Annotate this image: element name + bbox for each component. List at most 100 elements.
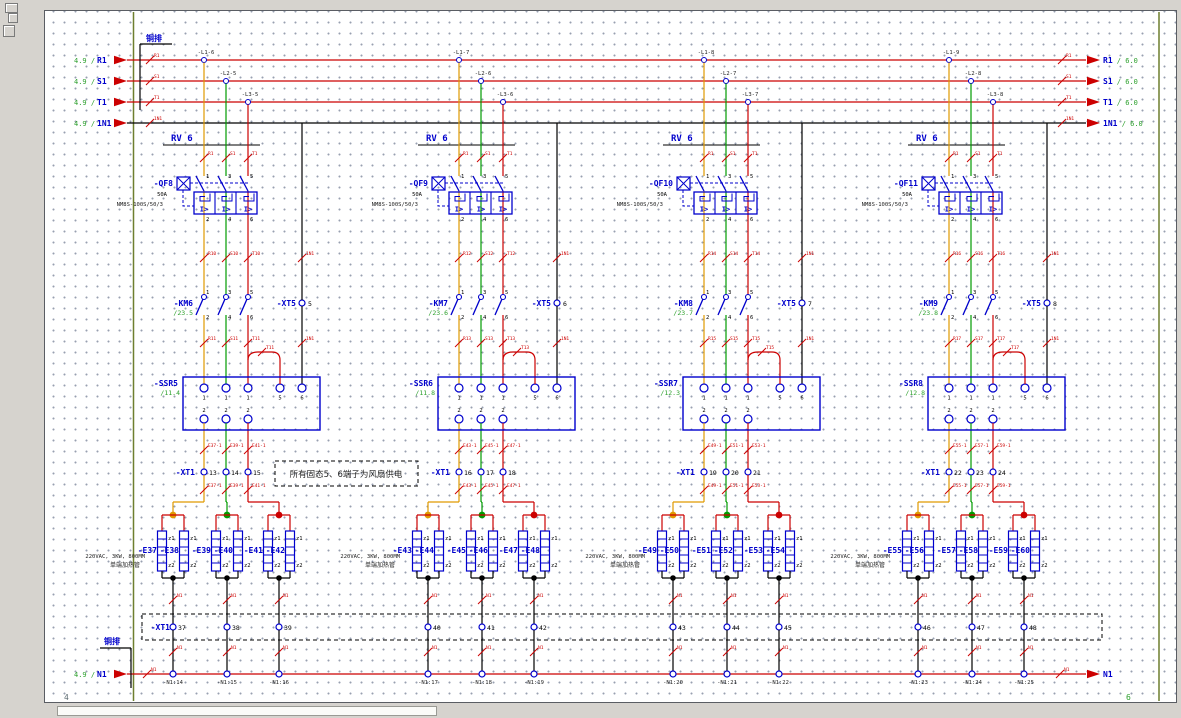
pole-number: 4 bbox=[728, 315, 732, 321]
pole-number: 4 bbox=[483, 217, 487, 223]
horizontal-scrollbar[interactable] bbox=[57, 706, 437, 716]
bus-tap bbox=[246, 100, 251, 105]
pole-number: 6 bbox=[250, 217, 253, 223]
element-terminal-label: z1 bbox=[967, 536, 974, 542]
ssr-terminal-number: 2 bbox=[501, 408, 504, 414]
flow-arrow bbox=[114, 56, 127, 64]
ssr-ref: /12.3 bbox=[660, 389, 680, 397]
drawing-canvas[interactable]: 464.9 /R1R1/ 6.0R1R14.9 /S1S1/ 6.0S1S14.… bbox=[45, 11, 1176, 702]
pole-number: 5 bbox=[750, 290, 753, 296]
overcurrent-symbol: I> bbox=[477, 206, 485, 214]
heater-label: -E60 bbox=[1011, 546, 1030, 555]
ssr-terminal bbox=[722, 384, 730, 392]
breaker-model: NM8S-100S/50/3 bbox=[117, 202, 163, 208]
neutral-link-label: -N1:20 bbox=[663, 680, 683, 686]
thermal-element bbox=[200, 194, 210, 202]
fan-jumper bbox=[748, 352, 780, 384]
element-terminal-label: z2 bbox=[913, 563, 920, 569]
wire-tag: N1 bbox=[283, 593, 289, 599]
wire-tag: S1 bbox=[975, 151, 981, 157]
terminal-number: 48 bbox=[1029, 624, 1037, 632]
heater-label: -E50 bbox=[660, 546, 679, 555]
xt5-label: -XT5 bbox=[532, 299, 551, 308]
bus-wire-tag: N1 bbox=[1064, 667, 1070, 673]
ssr-terminal bbox=[298, 384, 306, 392]
thermal-element bbox=[499, 194, 509, 202]
wire-tag: T12 bbox=[507, 251, 515, 257]
thermal-element bbox=[945, 194, 955, 202]
breaker-rating: 50A bbox=[902, 192, 913, 198]
ssr-ref: /11.8 bbox=[415, 389, 435, 397]
neutral-bus-connector bbox=[425, 671, 431, 677]
wire-tag: N1 bbox=[922, 645, 928, 651]
ssr-terminal-number: 1 bbox=[479, 396, 482, 402]
ssr-terminal-number: 2 bbox=[724, 408, 727, 414]
xt5-terminal bbox=[554, 300, 560, 306]
ssr-terminal bbox=[244, 384, 252, 392]
ssr-terminal bbox=[967, 384, 975, 392]
heater-label: -E54 bbox=[766, 546, 785, 555]
wire-tag: E45-1 bbox=[485, 443, 499, 449]
tap-wire-label: -L2-7 bbox=[720, 71, 737, 77]
heater-label: -E45 bbox=[447, 546, 466, 555]
heater-label: -E53 bbox=[744, 546, 763, 555]
pole-number: 4 bbox=[228, 315, 232, 321]
wire-tag: E41-1 bbox=[252, 443, 266, 449]
wire-tag: 1N1 bbox=[806, 251, 814, 257]
contactor-label: -KM8 bbox=[674, 299, 693, 308]
ssr-terminal-number: 6 bbox=[300, 396, 303, 402]
cad-viewer-window: 464.9 /R1R1/ 6.0R1R14.9 /S1S1/ 6.0S1S14.… bbox=[0, 0, 1181, 718]
flow-arrow bbox=[1087, 56, 1100, 64]
ssr-terminal-number: 2 bbox=[457, 408, 460, 414]
element-terminal-label: z1 bbox=[168, 536, 175, 542]
overcurrent-symbol: I> bbox=[200, 206, 208, 214]
element-terminal-label: z2 bbox=[935, 563, 942, 569]
thermal-element bbox=[722, 194, 732, 202]
thermal-element bbox=[222, 194, 232, 202]
pole-number: 1 bbox=[951, 174, 954, 180]
wire-tag: T15 bbox=[752, 336, 760, 342]
wire-tag: S1 bbox=[730, 151, 736, 157]
bus-tap bbox=[724, 79, 729, 84]
rv-label: RV 6 bbox=[171, 134, 193, 144]
element-terminal-label: z1 bbox=[913, 536, 920, 542]
wire-tag: N1 bbox=[231, 645, 237, 651]
toolbar-icon bbox=[8, 13, 18, 23]
xt1-terminal bbox=[223, 469, 229, 475]
heater-element bbox=[680, 531, 689, 571]
wire-tag: E45-1 bbox=[485, 483, 499, 489]
wire-tag: E49-1 bbox=[708, 483, 722, 489]
element-terminal-label: z2 bbox=[244, 563, 251, 569]
element-terminal-label: z2 bbox=[222, 563, 229, 569]
heater-label: -E43 bbox=[393, 546, 412, 555]
xt1-terminal bbox=[425, 624, 431, 630]
terminal-number: 37 bbox=[178, 624, 186, 632]
ssr-terminal-number: 1 bbox=[202, 396, 205, 402]
contactor-contact bbox=[451, 299, 458, 315]
ssr-terminal bbox=[700, 384, 708, 392]
neutral-link-label: -N1:23 bbox=[908, 680, 928, 686]
terminal-number: 13 bbox=[209, 469, 217, 477]
heater-label: -E48 bbox=[521, 546, 540, 555]
wire-tag: S16 bbox=[975, 251, 983, 257]
neutral-link-label: -N1:14 bbox=[163, 680, 184, 686]
ssr-terminal-number: 1 bbox=[702, 396, 705, 402]
ssr-terminal-number: 2 bbox=[702, 408, 705, 414]
bus-source-ref: 4.9 / bbox=[74, 57, 95, 65]
bus-wire-tag: 1N1 bbox=[154, 116, 162, 122]
wire-tag: N1 bbox=[731, 645, 737, 651]
ssr-terminal bbox=[989, 384, 997, 392]
contactor-contact bbox=[495, 299, 502, 315]
wire-tag: E41-1 bbox=[252, 483, 266, 489]
wire-tag: T10 bbox=[252, 251, 260, 257]
pole-number: 5 bbox=[505, 174, 508, 180]
wire-tag: E55-1 bbox=[953, 483, 967, 489]
heater-label: -E44 bbox=[415, 546, 434, 555]
pole-number: 3 bbox=[228, 290, 231, 296]
xt1-terminal bbox=[968, 469, 974, 475]
element-terminal-label: z2 bbox=[499, 563, 506, 569]
bus-source-ref: 4.9 / bbox=[74, 120, 95, 128]
pole-number: 6 bbox=[505, 315, 508, 321]
wire-tag: N1 bbox=[922, 593, 928, 599]
pole-number: 1 bbox=[206, 290, 209, 296]
